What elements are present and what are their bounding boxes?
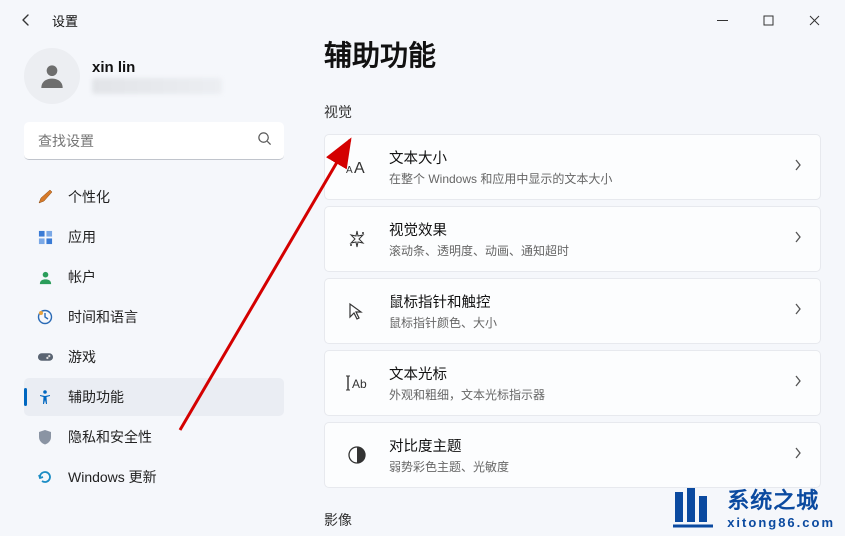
nav: 个性化 应用 帐户 时间和语言 游戏 辅助功能 [24, 178, 284, 496]
mouse-pointer-icon [343, 301, 371, 321]
sidebar-item-label: 隐私和安全性 [68, 427, 152, 447]
sidebar-item-time-language[interactable]: 时间和语言 [24, 298, 284, 336]
back-button[interactable] [8, 2, 44, 38]
sidebar-item-label: 应用 [68, 227, 96, 247]
avatar [24, 48, 80, 104]
watermark: 系统之城 xitong86.com [669, 482, 835, 530]
sidebar-item-gaming[interactable]: 游戏 [24, 338, 284, 376]
minimize-button[interactable] [699, 4, 745, 36]
window-title: 设置 [52, 11, 78, 30]
sidebar-item-personalization[interactable]: 个性化 [24, 178, 284, 216]
sidebar-item-label: 游戏 [68, 347, 96, 367]
apps-icon [36, 228, 54, 246]
person-icon [36, 60, 68, 92]
svg-text:A: A [354, 160, 365, 176]
svg-text:A: A [346, 165, 353, 176]
chevron-right-icon [794, 302, 802, 321]
sidebar-item-label: 辅助功能 [68, 387, 124, 407]
page-title: 辅助功能 [324, 40, 821, 74]
profile[interactable]: xin lin [24, 48, 284, 104]
card-sub: 滚动条、透明度、动画、通知超时 [389, 242, 794, 259]
sidebar-item-label: 帐户 [68, 267, 96, 287]
card-text-cursor[interactable]: Ab 文本光标 外观和粗细，文本光标指示器 [324, 350, 821, 416]
maximize-icon [763, 15, 774, 26]
sidebar-item-accounts[interactable]: 帐户 [24, 258, 284, 296]
chevron-right-icon [794, 374, 802, 393]
search-box [24, 122, 284, 160]
card-mouse-pointer[interactable]: 鼠标指针和触控 鼠标指针颜色、大小 [324, 278, 821, 344]
content: 辅助功能 视觉 AA 文本大小 在整个 Windows 和应用中显示的文本大小 [300, 40, 845, 536]
close-icon [809, 15, 820, 26]
card-sub: 外观和粗细，文本光标指示器 [389, 386, 794, 403]
chevron-right-icon [794, 230, 802, 249]
svg-text:Ab: Ab [352, 377, 367, 391]
card-title: 视觉效果 [389, 219, 794, 240]
arrow-left-icon [18, 12, 34, 28]
card-title: 文本光标 [389, 363, 794, 384]
watermark-url: xitong86.com [727, 515, 835, 530]
update-icon [36, 468, 54, 486]
visual-effects-icon [343, 229, 371, 249]
sidebar-item-label: 个性化 [68, 187, 110, 207]
chevron-right-icon [794, 446, 802, 465]
window-controls [699, 4, 837, 36]
chevron-right-icon [794, 158, 802, 177]
card-sub: 鼠标指针颜色、大小 [389, 314, 794, 331]
brush-icon [36, 188, 54, 206]
text-cursor-icon: Ab [343, 374, 371, 392]
card-title: 文本大小 [389, 147, 794, 168]
card-sub: 弱势彩色主题、光敏度 [389, 458, 794, 475]
contrast-icon [343, 445, 371, 465]
card-sub: 在整个 Windows 和应用中显示的文本大小 [389, 170, 794, 187]
shield-icon [36, 428, 54, 446]
text-size-icon: AA [343, 158, 371, 176]
watermark-logo-icon [669, 482, 717, 530]
search-input[interactable] [24, 122, 284, 160]
watermark-name: 系统之城 [727, 483, 835, 515]
sidebar-item-apps[interactable]: 应用 [24, 218, 284, 256]
maximize-button[interactable] [745, 4, 791, 36]
accessibility-icon [36, 388, 54, 406]
sidebar-item-label: Windows 更新 [68, 467, 157, 487]
titlebar: 设置 [0, 0, 845, 40]
card-visual-effects[interactable]: 视觉效果 滚动条、透明度、动画、通知超时 [324, 206, 821, 272]
sidebar: xin lin 个性化 应用 帐户 [0, 40, 300, 536]
card-text-size[interactable]: AA 文本大小 在整个 Windows 和应用中显示的文本大小 [324, 134, 821, 200]
sidebar-item-windows-update[interactable]: Windows 更新 [24, 458, 284, 496]
card-title: 鼠标指针和触控 [389, 291, 794, 312]
section-label-visual: 视觉 [324, 102, 821, 122]
card-contrast[interactable]: 对比度主题 弱势彩色主题、光敏度 [324, 422, 821, 488]
minimize-icon [717, 15, 728, 26]
close-button[interactable] [791, 4, 837, 36]
card-title: 对比度主题 [389, 435, 794, 456]
sidebar-item-accessibility[interactable]: 辅助功能 [24, 378, 284, 416]
time-icon [36, 308, 54, 326]
cards-visual: AA 文本大小 在整个 Windows 和应用中显示的文本大小 视觉效果 滚动条… [324, 134, 821, 488]
profile-email-redacted [92, 78, 222, 94]
game-icon [36, 348, 54, 366]
search-icon [257, 131, 272, 151]
sidebar-item-label: 时间和语言 [68, 307, 138, 327]
profile-name: xin lin [92, 59, 222, 76]
sidebar-item-privacy[interactable]: 隐私和安全性 [24, 418, 284, 456]
person-icon [36, 268, 54, 286]
